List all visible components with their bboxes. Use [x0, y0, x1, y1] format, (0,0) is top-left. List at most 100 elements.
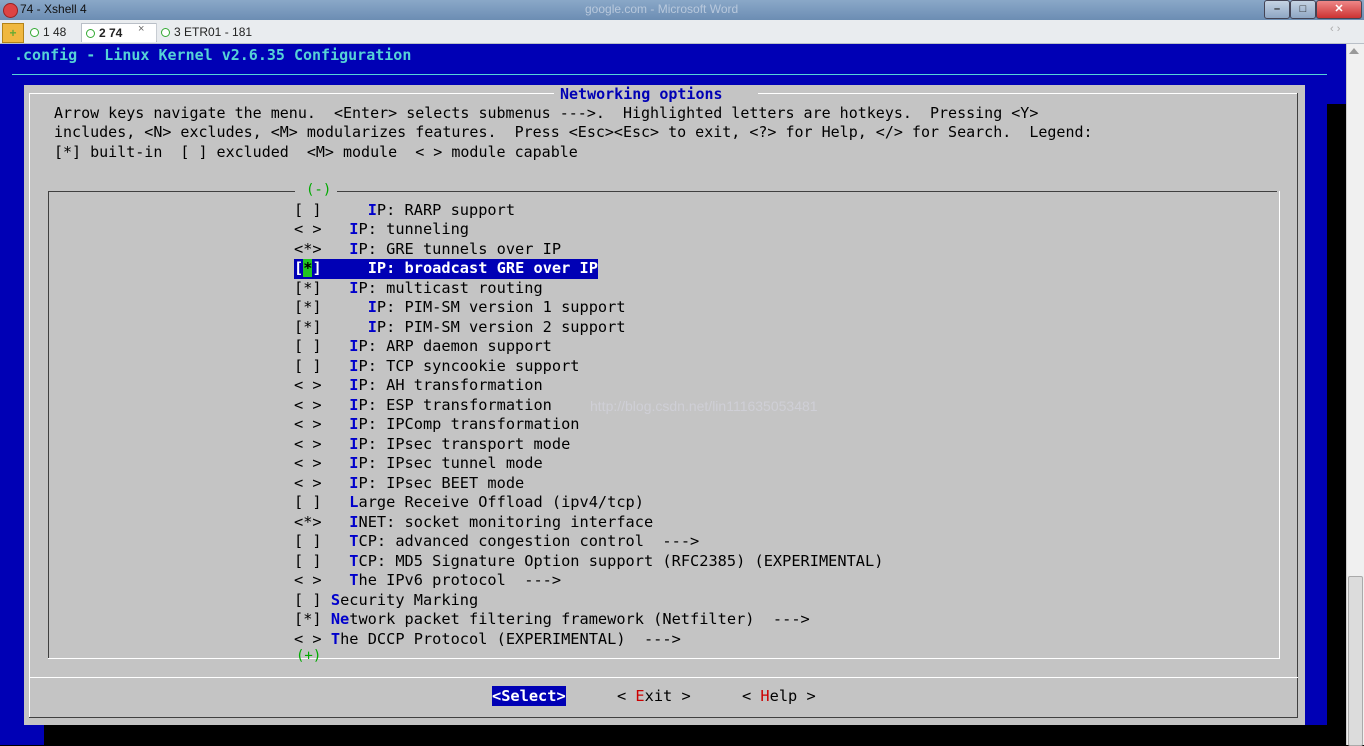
- menu-item-state: [ ]: [294, 356, 350, 375]
- menu-item-label: ecurity Marking: [340, 590, 479, 609]
- menu-item[interactable]: < > IP: tunneling: [294, 220, 469, 240]
- menu-item[interactable]: < > IP: IPsec BEET mode: [294, 474, 524, 494]
- menu-box-border: [48, 191, 49, 659]
- menu-item[interactable]: < > IP: ESP transformation: [294, 396, 552, 416]
- scroll-up-arrow-icon[interactable]: [1349, 48, 1359, 54]
- menu-item-state: [*]: [294, 298, 368, 316]
- menu-item-state: < >: [294, 376, 350, 394]
- menu-item-label: P: IPsec transport mode: [358, 434, 571, 453]
- menu-item-hotkey: S: [330, 590, 341, 609]
- menu-item-label: P: IPComp transformation: [358, 415, 580, 433]
- menu-item-label: NET: socket monitoring interface: [358, 512, 654, 531]
- menu-item-label: P: tunneling: [358, 220, 469, 238]
- menu-item-hotkey: I: [367, 200, 377, 219]
- menu-box-border: [48, 191, 295, 192]
- menu-item-state: [ ]: [294, 337, 350, 355]
- menu-item-state: <*>: [294, 512, 350, 531]
- menu-item[interactable]: <*> IP: GRE tunnels over IP: [294, 240, 561, 260]
- menu-item-hotkey: I: [367, 317, 377, 336]
- menu-item[interactable]: < > IP: IPComp transformation: [294, 415, 580, 435]
- menu-item-state: [*]: [294, 610, 331, 628]
- menu-item-label: P: IPsec tunnel mode: [358, 454, 543, 472]
- menu-item[interactable]: [ ] IP: RARP support: [294, 201, 515, 221]
- menu-box-border: [337, 191, 1277, 192]
- menu-item-label: P: IPsec BEET mode: [358, 473, 525, 492]
- menu-item-state: <*>: [294, 239, 350, 258]
- dialog-shadow-right: [1327, 104, 1346, 745]
- menu-item-state: [ ]: [294, 590, 331, 609]
- close-window-button[interactable]: ✕: [1316, 0, 1362, 19]
- menu-item[interactable]: [ ] TCP: advanced congestion control ---…: [294, 532, 699, 552]
- menu-item-state: < >: [294, 415, 350, 433]
- menu-item-label: twork packet filtering framework (Netfil…: [349, 610, 810, 628]
- exit-button[interactable]: < Exit >: [617, 686, 691, 706]
- menu-item-hotkey: T: [330, 629, 341, 648]
- status-dot-icon: [161, 28, 170, 38]
- menu-item-label: P: AH transformation: [358, 376, 543, 394]
- tab-session-3[interactable]: 3 ETR01 - 181: [156, 23, 261, 41]
- menu-item-label: P: ESP transformation: [358, 395, 552, 414]
- menu-item[interactable]: [ ] Security Marking: [294, 591, 478, 611]
- menu-item[interactable]: < > IP: AH transformation: [294, 376, 543, 396]
- menu-item[interactable]: [*] IP: PIM-SM version 1 support: [294, 298, 626, 318]
- button-bracket: <: [742, 687, 761, 705]
- menu-item-hotkey: Ne: [330, 610, 350, 628]
- terminal-cursor: *: [303, 259, 313, 277]
- menu-item[interactable]: [*] Network packet filtering framework (…: [294, 610, 810, 630]
- menu-item-label: P: PIM-SM version 2 support: [376, 317, 626, 336]
- help-line-2: includes, <N> excludes, <M> modularizes …: [54, 123, 1093, 141]
- menu-item-label: CP: MD5 Signature Option support (RFC238…: [358, 551, 884, 570]
- menu-item[interactable]: [ ] IP: TCP syncookie support: [294, 357, 580, 377]
- menu-item-state: [*]: [294, 317, 368, 336]
- menu-item-label: P: ARP daemon support: [358, 337, 552, 355]
- help-label: elp >: [769, 687, 816, 705]
- menu-item-state: [*]: [294, 259, 368, 277]
- status-dot-icon: [30, 28, 39, 38]
- menu-item-label: P: GRE tunnels over IP: [358, 239, 562, 258]
- menu-item-state: < >: [294, 220, 350, 238]
- menu-item-state: < >: [294, 571, 350, 589]
- scroll-up-indicator: (-): [306, 182, 332, 198]
- menu-item-state: [ ]: [294, 532, 350, 550]
- close-tab-icon[interactable]: ×: [138, 23, 144, 35]
- menu-item-label: P: TCP syncookie support: [358, 356, 580, 375]
- menu-item[interactable]: < > The DCCP Protocol (EXPERIMENTAL) ---…: [294, 630, 681, 650]
- status-dot-icon: [86, 29, 95, 39]
- scroll-down-indicator: (+): [296, 648, 322, 664]
- window-title: 74 - Xshell 4: [20, 2, 87, 16]
- menu-item[interactable]: < > The IPv6 protocol --->: [294, 571, 561, 591]
- scrollbar-thumb[interactable]: [1348, 576, 1363, 746]
- menu-box-border: [48, 658, 1280, 659]
- menu-item-hotkey: I: [367, 259, 377, 277]
- button-bracket: <: [617, 687, 636, 705]
- menu-item-label: he IPv6 protocol --->: [358, 571, 562, 589]
- help-hotkey: H: [760, 687, 770, 705]
- menu-box-border: [1279, 191, 1280, 659]
- menu-item[interactable]: [ ] TCP: MD5 Signature Option support (R…: [294, 552, 883, 572]
- menu-item-label: he DCCP Protocol (EXPERIMENTAL) --->: [340, 629, 681, 648]
- select-button[interactable]: <Select>: [492, 686, 566, 706]
- xshell-app-icon[interactable]: [3, 3, 18, 18]
- menu-item[interactable]: < > IP: IPsec tunnel mode: [294, 454, 543, 474]
- menu-item[interactable]: <*> INET: socket monitoring interface: [294, 513, 653, 533]
- tab-scroll-arrows[interactable]: ‹ ›: [1330, 23, 1340, 35]
- menu-item[interactable]: [*] IP: multicast routing: [294, 279, 543, 299]
- config-header: .config - Linux Kernel v2.6.35 Configura…: [14, 46, 412, 64]
- menu-item[interactable]: [*] IP: PIM-SM version 2 support: [294, 318, 626, 338]
- background-window-title: google.com - Microsoft Word: [585, 2, 739, 16]
- button-row-divider: [29, 677, 1298, 678]
- tab-session-1[interactable]: 1 48: [26, 23, 80, 41]
- tab-session-2[interactable]: 2 74: [81, 23, 157, 42]
- exit-label: xit >: [644, 687, 691, 705]
- menu-item-selected[interactable]: [*] IP: broadcast GRE over IP: [294, 259, 598, 279]
- new-session-button[interactable]: +: [2, 23, 24, 43]
- help-button[interactable]: < Help >: [742, 686, 816, 706]
- maximize-button[interactable]: □: [1290, 0, 1316, 19]
- menu-item[interactable]: [ ] Large Receive Offload (ipv4/tcp): [294, 493, 644, 513]
- menu-item[interactable]: < > IP: IPsec transport mode: [294, 435, 570, 455]
- menu-item-label: CP: advanced congestion control --->: [358, 532, 700, 550]
- dialog-border: [29, 93, 30, 718]
- menu-item[interactable]: [ ] IP: ARP daemon support: [294, 337, 552, 357]
- dialog-border: [1297, 93, 1298, 718]
- minimize-button[interactable]: –: [1264, 0, 1290, 19]
